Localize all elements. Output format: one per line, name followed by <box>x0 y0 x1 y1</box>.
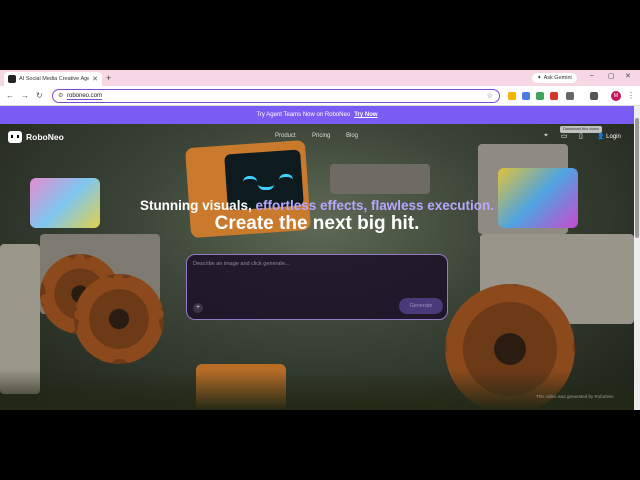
logo-text[interactable]: RoboNeo <box>26 132 64 142</box>
tab-title: AI Social Media Creative Agent <box>19 76 90 82</box>
prompt-input[interactable] <box>193 261 433 267</box>
menu-kebab-icon[interactable]: ⋮ <box>627 91 635 100</box>
nav-blog[interactable]: Blog <box>346 133 358 139</box>
hero-section: RoboNeo Product Pricing Blog Download th… <box>0 124 634 410</box>
rusty-gear <box>74 274 164 364</box>
close-tab-icon[interactable]: ✕ <box>92 75 98 83</box>
site-info-icon[interactable]: ⚙ <box>58 92 63 99</box>
extension-icon[interactable] <box>536 92 544 100</box>
page-title: Create the next big hit. <box>214 213 420 234</box>
tab-bar: AI Social Media Creative Agent ✕ + ✦ Ask… <box>0 70 640 86</box>
scrollbar-thumb[interactable] <box>635 118 639 238</box>
tagline-part1: Stunning visuals, <box>139 198 256 213</box>
stone-block <box>330 164 430 194</box>
gemini-icon: ✦ <box>537 75 542 81</box>
forward-icon[interactable]: → <box>21 91 29 100</box>
bookmark-star-icon[interactable]: ☆ <box>487 92 493 100</box>
browser-toolbar: ← → ↻ ⚙ roboneo.com ☆ M ⋮ <box>0 86 640 106</box>
nav-pricing[interactable]: Pricing <box>312 133 330 139</box>
tagline: Stunning visuals, effortless effects, fl… <box>0 198 634 213</box>
active-tab[interactable]: AI Social Media Creative Agent ✕ <box>4 72 102 86</box>
extension-icon[interactable] <box>522 92 530 100</box>
grass-foreground <box>0 370 634 410</box>
maximize-icon[interactable]: ▢ <box>608 72 615 80</box>
sidepanel-icon[interactable] <box>590 92 598 100</box>
login-link[interactable]: 👤 Login <box>597 133 621 140</box>
robot-eye <box>243 176 257 182</box>
close-window-icon[interactable]: ✕ <box>625 72 631 80</box>
extensions-puzzle-icon[interactable] <box>566 92 574 100</box>
video-credit: This video was generated by RoboNeo <box>536 394 614 399</box>
browser-window: AI Social Media Creative Agent ✕ + ✦ Ask… <box>0 70 640 410</box>
tagline-highlight: effortless effects, flawless execution. <box>255 198 495 213</box>
robot-eye <box>279 174 293 180</box>
login-label: Login <box>606 134 621 140</box>
roboneo-logo-icon[interactable] <box>8 131 22 143</box>
user-icon: 👤 <box>597 134 605 140</box>
prompt-box: + Generate <box>186 254 448 320</box>
add-attachment-icon[interactable]: + <box>193 303 203 313</box>
location-pin-icon[interactable]: ⌖ <box>544 132 548 140</box>
generate-button[interactable]: Generate <box>399 298 443 314</box>
extension-icon[interactable] <box>550 92 558 100</box>
promo-banner: Try Agent Teams Now on RoboNeo Try Now <box>0 106 634 124</box>
avatar[interactable]: M <box>611 91 621 101</box>
nav-product[interactable]: Product <box>275 133 296 139</box>
site-favicon-icon <box>8 75 16 83</box>
minimize-icon[interactable]: – <box>590 72 594 79</box>
ask-gemini-label: Ask Gemini <box>543 75 572 81</box>
page-scrollbar[interactable] <box>634 106 640 410</box>
mobile-icon[interactable]: ▯ <box>579 132 583 140</box>
address-bar[interactable]: ⚙ roboneo.com ☆ <box>52 89 500 103</box>
banner-text: Try Agent Teams Now on RoboNeo <box>256 112 351 118</box>
back-icon[interactable]: ← <box>6 91 14 100</box>
url-text[interactable]: roboneo.com <box>67 93 103 100</box>
reload-icon[interactable]: ↻ <box>36 91 43 100</box>
extension-icon[interactable] <box>508 92 516 100</box>
chat-icon[interactable]: ▭ <box>561 132 568 140</box>
try-now-link[interactable]: Try Now <box>354 112 377 118</box>
ask-gemini-button[interactable]: ✦ Ask Gemini <box>532 73 577 83</box>
new-tab-icon[interactable]: + <box>106 73 111 83</box>
site-header: RoboNeo Product Pricing Blog Download th… <box>0 124 634 148</box>
